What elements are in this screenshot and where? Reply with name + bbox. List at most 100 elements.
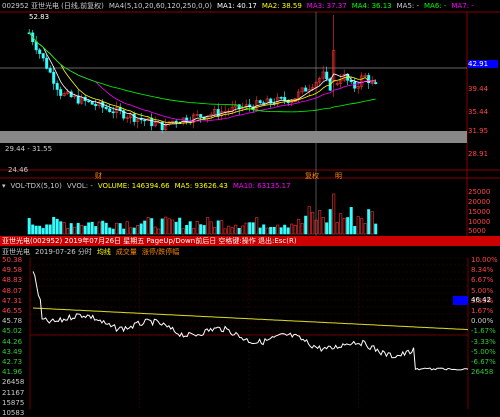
candle-body bbox=[45, 57, 49, 69]
volume-bar bbox=[181, 228, 185, 235]
volume-label[interactable]: 成交量 bbox=[116, 247, 137, 257]
volume-bar bbox=[108, 227, 112, 235]
right-axis-label: 1.67% bbox=[471, 307, 494, 315]
candle-body bbox=[48, 68, 52, 73]
right-axis-label: -6.67% bbox=[471, 358, 496, 366]
volume-bar bbox=[192, 227, 196, 235]
candle-body bbox=[374, 82, 378, 85]
left-axis-label: 46.55 bbox=[2, 307, 23, 315]
candle-body bbox=[87, 100, 91, 103]
volume-bar bbox=[115, 222, 119, 235]
volume-bar bbox=[178, 217, 182, 235]
candle-body bbox=[104, 106, 108, 110]
volume-bar bbox=[118, 223, 122, 235]
right-axis-label: -5.00% bbox=[471, 347, 496, 356]
vol-axis-4: 5000 bbox=[468, 227, 486, 235]
volume-bar bbox=[202, 225, 206, 235]
price-axis-3: 31.95 bbox=[468, 127, 489, 135]
current-price-box bbox=[453, 296, 468, 305]
ming-label[interactable]: 明 bbox=[335, 171, 342, 181]
candle-body bbox=[59, 89, 63, 96]
volume-bar bbox=[255, 217, 259, 235]
volume-bar bbox=[300, 223, 304, 235]
volume-bar bbox=[129, 227, 133, 235]
volume-bar bbox=[325, 222, 329, 235]
volume-bar bbox=[171, 219, 175, 235]
volume-bar bbox=[321, 217, 325, 235]
limit-label[interactable]: 涨停/跌停幅 bbox=[142, 247, 179, 257]
volume-bar bbox=[87, 222, 91, 235]
volume-bar bbox=[293, 224, 297, 235]
volume-bars bbox=[27, 193, 378, 235]
vol-title[interactable]: VOL-TDX(5,10) bbox=[11, 182, 62, 190]
volume-bar bbox=[76, 222, 80, 235]
left-axis-label: 48.83 bbox=[2, 276, 23, 285]
vvol-value: VVOL: - bbox=[66, 182, 93, 190]
volume-bar bbox=[286, 227, 290, 235]
volume-bar bbox=[244, 222, 248, 235]
low-mark: 24.46 bbox=[8, 166, 29, 174]
volume-bar bbox=[59, 221, 63, 235]
cai-label[interactable]: 财 bbox=[95, 171, 102, 181]
volume-bar bbox=[363, 223, 367, 235]
volume-bar bbox=[346, 217, 350, 235]
candle-body bbox=[38, 49, 42, 54]
candle-body bbox=[34, 41, 38, 51]
volume-bar bbox=[55, 218, 59, 235]
candle-body bbox=[325, 71, 329, 79]
vol-axis-1: 20000 bbox=[468, 198, 491, 206]
volume-bar bbox=[94, 226, 98, 235]
volume-bar bbox=[304, 215, 308, 235]
price-axis-2: 35.44 bbox=[468, 108, 489, 116]
intraday-title-bar[interactable]: 亚世光电(002952) 2019年07月26日 星期五 PageUp/Down… bbox=[0, 236, 500, 246]
volume-bar bbox=[143, 220, 147, 235]
volume-bar bbox=[27, 218, 31, 235]
volume-bar bbox=[174, 221, 178, 235]
vol-axis-2: 15000 bbox=[468, 208, 491, 216]
volume-bar bbox=[283, 224, 287, 235]
fuquan-label[interactable]: 复权 bbox=[305, 171, 319, 181]
candle-body bbox=[258, 100, 262, 104]
current-price-tag: 42.91 bbox=[468, 60, 498, 68]
right-axis-label: 5.00% bbox=[471, 286, 494, 295]
volume-bar bbox=[223, 228, 227, 235]
intraday-time: 2019-07-26 分时 bbox=[35, 248, 92, 256]
left-axis-label: 43.49 bbox=[2, 347, 23, 356]
chart-canvas bbox=[0, 11, 500, 409]
left-axis-label: 44.26 bbox=[2, 337, 23, 346]
candle-body bbox=[262, 102, 266, 105]
vol-ma10: MA10: 63135.17 bbox=[232, 182, 291, 190]
volume-bar bbox=[332, 193, 336, 235]
volume-bar bbox=[328, 209, 332, 235]
intraday-current-price: 46.42 bbox=[471, 296, 492, 304]
volume-bar bbox=[227, 225, 231, 235]
volume-bar bbox=[83, 225, 87, 235]
volume-bar bbox=[80, 224, 84, 235]
volume-bar bbox=[153, 226, 157, 235]
volume-bar bbox=[167, 218, 171, 235]
volume-bar bbox=[195, 221, 199, 235]
volume-bar bbox=[122, 228, 126, 235]
vol-dropdown-icon[interactable]: ▾ bbox=[2, 182, 6, 190]
candle-body bbox=[76, 95, 80, 104]
volume-bar bbox=[230, 227, 234, 235]
price-axis-1: 39.44 bbox=[468, 85, 489, 93]
candle-body bbox=[150, 117, 154, 127]
candle-body bbox=[111, 111, 115, 114]
volume-bar bbox=[139, 223, 143, 235]
volume-bar bbox=[104, 222, 108, 235]
avg-line-label[interactable]: 均线 bbox=[97, 247, 111, 257]
candle-body bbox=[199, 114, 203, 118]
ma-line bbox=[28, 32, 376, 113]
vol-axis-3: 10000 bbox=[468, 218, 491, 226]
volume-bar bbox=[199, 224, 203, 235]
right-axis-label: 0.00% bbox=[471, 317, 494, 326]
volume-bar bbox=[52, 216, 56, 235]
right-axis-label: 10.00% bbox=[471, 256, 498, 264]
intraday-header: 亚世光电 2019-07-26 分时 均线 成交量 涨停/跌停幅 bbox=[0, 247, 500, 257]
vol-axis-0: 25000 bbox=[468, 188, 491, 196]
left-axis-label: 47.31 bbox=[2, 296, 23, 305]
range-mark: 29.44 - 31.55 bbox=[5, 145, 53, 153]
candle-body bbox=[279, 97, 283, 99]
volume-bar bbox=[335, 222, 339, 235]
